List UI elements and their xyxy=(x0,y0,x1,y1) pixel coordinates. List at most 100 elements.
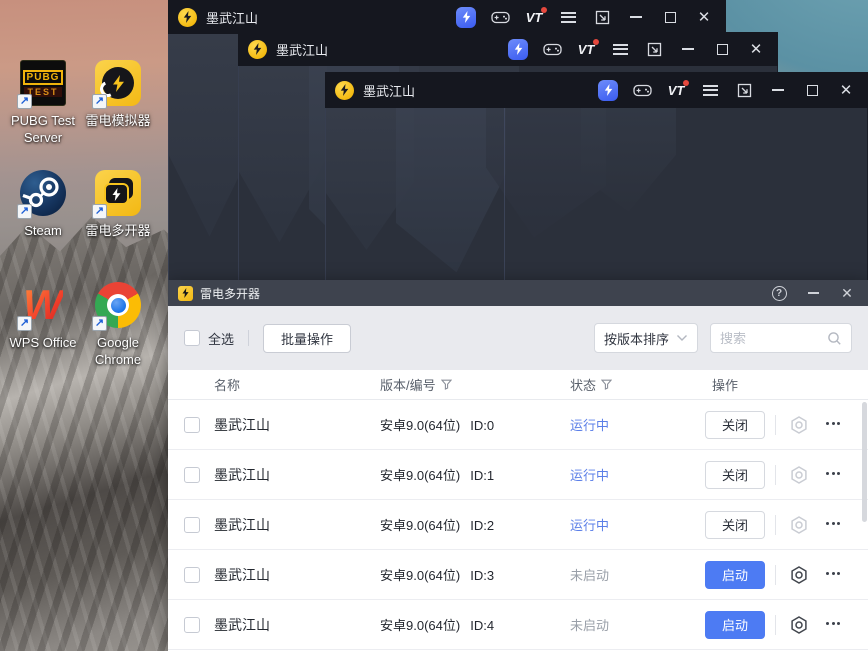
notification-dot xyxy=(593,39,599,45)
settings-gear-icon[interactable] xyxy=(789,565,809,585)
row-checkbox[interactable] xyxy=(184,567,200,583)
more-options-icon[interactable] xyxy=(821,511,845,535)
window-title: 墨武江山 xyxy=(363,83,416,99)
minimize-button[interactable] xyxy=(768,79,788,101)
more-options-icon[interactable] xyxy=(821,561,845,585)
start-button[interactable]: 启动 xyxy=(705,560,765,589)
gamepad-icon[interactable] xyxy=(632,79,652,101)
divider xyxy=(775,615,776,635)
desktop-icon-steam[interactable]: ↗ Steam xyxy=(1,170,85,239)
manager-titlebar[interactable]: 雷电多开器 ? ✕ xyxy=(168,280,868,306)
desktop-icon-google-chrome[interactable]: ↗ Google Chrome xyxy=(76,282,160,368)
settings-gear-icon[interactable] xyxy=(789,615,809,635)
desktop-icon-wps-office[interactable]: W ↗ WPS Office xyxy=(1,282,85,351)
boost-icon[interactable] xyxy=(598,79,618,101)
maximize-button[interactable] xyxy=(660,6,680,28)
close-button[interactable]: ✕ xyxy=(746,38,766,60)
instance-status: 运行中 xyxy=(570,418,610,433)
emulator-titlebar[interactable]: 墨武江山 VT ✕ xyxy=(168,0,726,34)
instance-row: 墨武江山 安卓9.0(64位) ID:4 未启动 启动 xyxy=(168,600,868,650)
stop-button[interactable]: 关闭 xyxy=(705,510,765,539)
select-all-checkbox[interactable] xyxy=(184,330,200,346)
instance-status: 运行中 xyxy=(570,468,610,483)
close-button[interactable]: ✕ xyxy=(834,281,860,305)
stop-button[interactable]: 关闭 xyxy=(705,460,765,489)
scrollbar[interactable] xyxy=(862,402,867,522)
search-icon xyxy=(828,331,841,345)
instance-id: ID:3 xyxy=(470,568,495,583)
instance-list: 墨武江山 安卓9.0(64位) ID:0 运行中 关闭 墨武江山 安卓9.0(64… xyxy=(168,400,868,651)
row-checkbox[interactable] xyxy=(184,417,200,433)
resize-icon[interactable] xyxy=(734,79,754,101)
desktop-icon-ldplayer[interactable]: ↗ 雷电模拟器 xyxy=(76,60,160,129)
select-all-label: 全选 xyxy=(208,331,235,347)
search-box xyxy=(710,323,852,353)
multi-opener-logo-icon xyxy=(178,285,193,301)
divider xyxy=(248,330,250,346)
resize-icon[interactable] xyxy=(592,6,612,28)
more-options-icon[interactable] xyxy=(821,611,845,635)
minimize-button[interactable] xyxy=(800,281,826,305)
boost-icon[interactable] xyxy=(508,38,528,60)
instance-version: 安卓9.0(64位) xyxy=(380,618,461,633)
shortcut-arrow-icon: ↗ xyxy=(92,316,107,331)
minimize-button[interactable] xyxy=(626,6,646,28)
help-icon[interactable]: ? xyxy=(766,281,792,305)
header-status: 状态 xyxy=(570,378,597,393)
divider xyxy=(775,515,776,535)
ldplayer-logo-icon xyxy=(248,39,267,59)
filter-icon[interactable] xyxy=(601,379,613,390)
resize-icon[interactable] xyxy=(644,38,664,60)
menu-icon[interactable] xyxy=(700,79,720,101)
instance-name: 墨武江山 xyxy=(214,416,270,433)
settings-gear-icon[interactable] xyxy=(789,515,809,535)
desktop-icon-label: WPS Office xyxy=(9,335,77,350)
header-name: 名称 xyxy=(214,378,241,393)
notification-dot xyxy=(683,80,689,86)
boost-icon[interactable] xyxy=(456,6,476,28)
batch-operations-button[interactable]: 批量操作 xyxy=(263,323,352,353)
notification-dot xyxy=(541,7,547,13)
row-checkbox[interactable] xyxy=(184,517,200,533)
gamepad-icon[interactable] xyxy=(490,6,510,28)
settings-gear-icon[interactable] xyxy=(789,465,809,485)
menu-icon[interactable] xyxy=(610,38,630,60)
search-input[interactable] xyxy=(720,330,827,346)
desktop-icon-pubg-test-server[interactable]: PUBG TEST ↗ PUBG Test Server xyxy=(1,60,85,146)
window-title: 墨武江山 xyxy=(206,10,259,26)
sort-dropdown[interactable]: 按版本排序 xyxy=(594,323,698,353)
gamepad-icon[interactable] xyxy=(542,38,562,60)
divider xyxy=(775,465,776,485)
desktop-icon-label: PUBG Test Server xyxy=(10,113,76,145)
vt-icon[interactable]: VT xyxy=(576,38,599,60)
filter-icon[interactable] xyxy=(440,379,452,390)
desktop-icon-multi-opener[interactable]: ↗ 雷电多开器 xyxy=(76,170,160,239)
instance-name: 墨武江山 xyxy=(214,516,270,533)
row-checkbox[interactable] xyxy=(184,467,200,483)
desktop-icon-label: 雷电多开器 xyxy=(85,223,151,238)
instance-status: 未启动 xyxy=(570,618,610,633)
maximize-button[interactable] xyxy=(712,38,732,60)
start-button[interactable]: 启动 xyxy=(705,610,765,639)
more-options-icon[interactable] xyxy=(821,461,845,485)
ldplayer-logo-icon xyxy=(335,80,354,100)
instance-id: ID:1 xyxy=(470,468,495,483)
instance-name: 墨武江山 xyxy=(214,466,270,483)
vt-icon[interactable]: VT xyxy=(666,79,689,101)
vt-icon[interactable]: VT xyxy=(524,6,547,28)
menu-icon[interactable] xyxy=(558,6,578,28)
instance-id: ID:0 xyxy=(470,418,495,433)
settings-gear-icon[interactable] xyxy=(789,415,809,435)
emulator-titlebar[interactable]: 墨武江山 VT ✕ xyxy=(238,32,778,66)
close-button[interactable]: ✕ xyxy=(694,6,714,28)
emulator-titlebar[interactable]: 墨武江山 VT ✕ xyxy=(325,72,868,108)
maximize-button[interactable] xyxy=(802,79,822,101)
more-options-icon[interactable] xyxy=(821,411,845,435)
instance-row: 墨武江山 安卓9.0(64位) ID:3 未启动 启动 xyxy=(168,550,868,600)
close-button[interactable]: ✕ xyxy=(836,79,856,101)
row-checkbox[interactable] xyxy=(184,617,200,633)
instance-id: ID:2 xyxy=(470,518,495,533)
minimize-button[interactable] xyxy=(678,38,698,60)
desktop-icon-label: 雷电模拟器 xyxy=(85,113,151,128)
stop-button[interactable]: 关闭 xyxy=(705,410,765,439)
